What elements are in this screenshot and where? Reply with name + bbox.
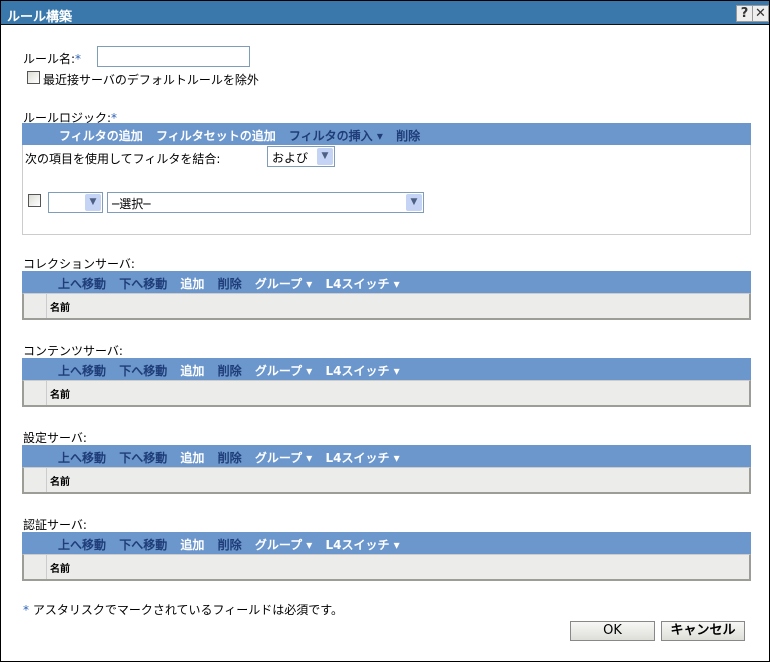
title-bar: ルール構築 ? ✕	[1, 1, 769, 25]
delete-server-button[interactable]: 削除	[218, 277, 242, 291]
combine-value: および	[272, 151, 309, 165]
chevron-down-icon: ▼	[317, 148, 333, 165]
group-menu[interactable]: グループ ▾	[255, 364, 312, 378]
chevron-down-icon: ▼	[406, 194, 422, 211]
delete-filter-button[interactable]: 削除	[396, 129, 420, 143]
section-label: コレクションサーバ:	[23, 257, 135, 271]
help-icon[interactable]: ?	[736, 5, 753, 22]
delete-server-button[interactable]: 削除	[218, 451, 242, 465]
move-down-button[interactable]: 下へ移動	[119, 451, 167, 465]
delete-server-button[interactable]: 削除	[218, 538, 242, 552]
server-table-header: 名前	[22, 554, 751, 581]
server-toolbar: 上へ移動 下へ移動 追加 削除 グループ ▾ L4スイッチ ▾	[22, 271, 751, 293]
move-up-button[interactable]: 上へ移動	[58, 277, 106, 291]
ok-button[interactable]: OK	[570, 621, 655, 641]
move-up-button[interactable]: 上へ移動	[58, 364, 106, 378]
filter-operator-select[interactable]: ▼	[48, 192, 103, 213]
required-footnote: * アスタリスクでマークされているフィールドは必須です。	[23, 603, 344, 617]
filter-row-checkbox[interactable]	[28, 194, 41, 207]
combine-label: 次の項目を使用してフィルタを結合:	[25, 152, 221, 166]
rule-name-label: ルール名:*	[23, 52, 82, 66]
group-menu[interactable]: グループ ▾	[255, 538, 312, 552]
rule-name-input[interactable]	[97, 46, 250, 67]
l4-switch-menu[interactable]: L4スイッチ ▾	[325, 277, 399, 291]
add-server-button[interactable]: 追加	[180, 277, 204, 291]
add-filter-button[interactable]: フィルタの追加	[59, 129, 143, 143]
cancel-button[interactable]: キャンセル	[661, 621, 745, 641]
l4-switch-menu[interactable]: L4スイッチ ▾	[325, 538, 399, 552]
l4-switch-menu[interactable]: L4スイッチ ▾	[325, 364, 399, 378]
exclude-default-label: 最近接サーバのデフォルトルールを除外	[43, 73, 259, 87]
column-name[interactable]: 名前	[50, 299, 70, 314]
server-toolbar: 上へ移動 下へ移動 追加 削除 グループ ▾ L4スイッチ ▾	[22, 445, 751, 467]
filter-field-select[interactable]: ─選択─ ▼	[107, 192, 424, 213]
column-name[interactable]: 名前	[50, 473, 70, 488]
server-table-header: 名前	[22, 380, 751, 407]
delete-server-button[interactable]: 削除	[218, 364, 242, 378]
server-table-header: 名前	[22, 293, 751, 320]
move-down-button[interactable]: 下へ移動	[119, 538, 167, 552]
move-up-button[interactable]: 上へ移動	[58, 538, 106, 552]
column-name[interactable]: 名前	[50, 560, 70, 575]
server-toolbar: 上へ移動 下へ移動 追加 削除 グループ ▾ L4スイッチ ▾	[22, 532, 751, 554]
add-server-button[interactable]: 追加	[180, 538, 204, 552]
chevron-down-icon: ▼	[85, 194, 101, 211]
section-label: コンテンツサーバ:	[23, 344, 123, 358]
combine-select[interactable]: および ▼	[267, 146, 335, 167]
move-down-button[interactable]: 下へ移動	[119, 277, 167, 291]
move-up-button[interactable]: 上へ移動	[58, 451, 106, 465]
window-title: ルール構築	[7, 10, 73, 25]
field-value: ─選択─	[112, 197, 151, 211]
column-name[interactable]: 名前	[50, 386, 70, 401]
add-server-button[interactable]: 追加	[180, 451, 204, 465]
group-menu[interactable]: グループ ▾	[255, 451, 312, 465]
group-menu[interactable]: グループ ▾	[255, 277, 312, 291]
add-filterset-button[interactable]: フィルタセットの追加	[156, 129, 276, 143]
exclude-default-checkbox[interactable]	[27, 71, 40, 84]
move-down-button[interactable]: 下へ移動	[119, 364, 167, 378]
server-table-header: 名前	[22, 467, 751, 494]
section-label: 認証サーバ:	[23, 518, 87, 532]
add-server-button[interactable]: 追加	[180, 364, 204, 378]
l4-switch-menu[interactable]: L4スイッチ ▾	[325, 451, 399, 465]
rule-logic-toolbar: フィルタの追加 フィルタセットの追加 フィルタの挿入 ▾ 削除	[22, 123, 751, 145]
server-toolbar: 上へ移動 下へ移動 追加 削除 グループ ▾ L4スイッチ ▾	[22, 358, 751, 380]
section-label: 設定サーバ:	[23, 431, 87, 445]
insert-filter-menu[interactable]: フィルタの挿入 ▾	[289, 129, 383, 143]
close-icon[interactable]: ✕	[752, 5, 769, 22]
